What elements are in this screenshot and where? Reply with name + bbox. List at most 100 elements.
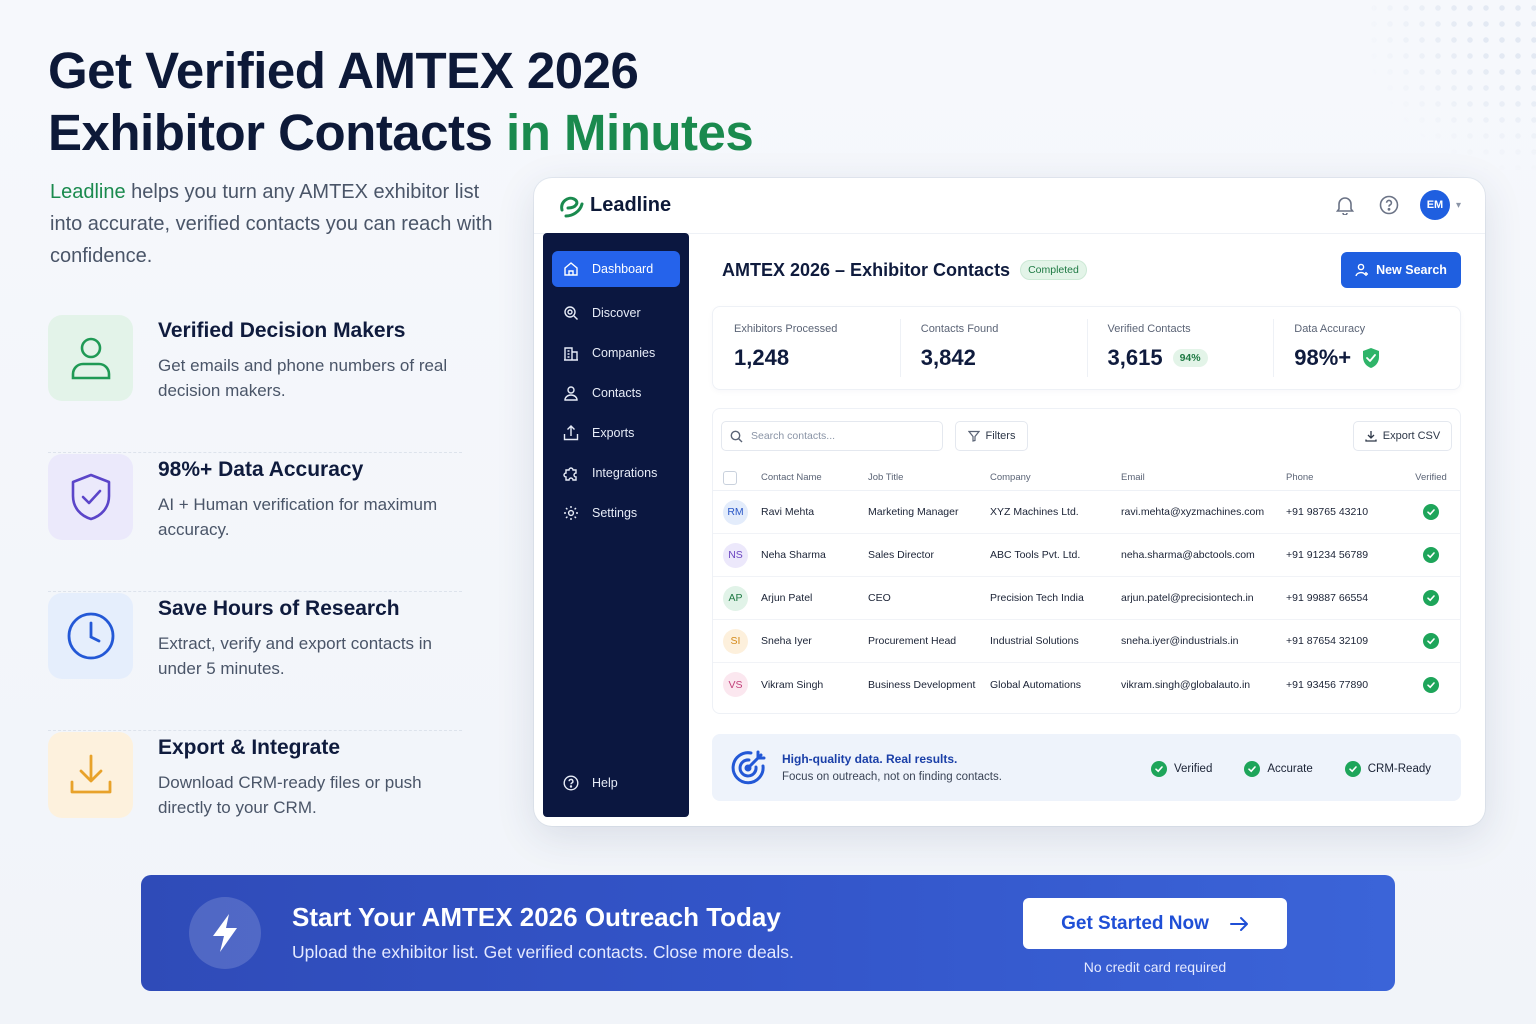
main-content: AMTEX 2026 – Exhibitor Contacts Complete… <box>712 234 1461 801</box>
check-verified: Verified <box>1150 761 1213 777</box>
stat-number: 1,248 <box>734 345 790 370</box>
avatar-cell: AP <box>713 585 761 611</box>
sidebar-item-settings[interactable]: Settings <box>552 493 680 533</box>
stat-value: 98%+ <box>1294 345 1460 371</box>
check-circle-icon <box>1423 547 1439 563</box>
table-row[interactable]: RM Ravi Mehta Marketing Manager XYZ Machine… <box>713 491 1460 534</box>
table-toolbar: Search contacts... Filters Export CSV <box>713 409 1460 465</box>
check-accurate: Accurate <box>1244 761 1313 777</box>
table-row[interactable]: NS Neha Sharma Sales Director ABC Tools Pvt… <box>713 534 1460 577</box>
user-icon <box>562 384 580 402</box>
user-menu[interactable]: EM ▾ <box>1419 190 1461 220</box>
column-header: Job Title <box>868 472 904 483</box>
table-row[interactable]: AP Arjun Patel CEO Precision Tech India arju… <box>713 577 1460 620</box>
feature-desc: Extract, verify and export contacts in u… <box>158 634 433 678</box>
job-title-cell: Procurement Head <box>868 635 957 647</box>
sidebar-item-label: Dashboard <box>592 262 654 276</box>
phone-number-cell: +91 87654 32109 <box>1286 635 1369 647</box>
sidebar-item-help[interactable]: Help <box>552 763 680 803</box>
feature-title: Verified Decision Makers <box>158 319 406 342</box>
stat-card: Exhibitors Processed 1,248 <box>713 307 900 389</box>
brand-name: Leadline <box>50 181 126 203</box>
avatar-cell: RM <box>713 499 761 525</box>
check-circle-icon <box>1150 761 1167 777</box>
lightning-bolt-icon <box>189 897 261 969</box>
hero-title-line1: Get Verified AMTEX 2026 <box>48 42 639 99</box>
avatar: AP <box>723 585 748 611</box>
avatar: NS <box>723 542 748 568</box>
app-header: Leadline EM ▾ <box>534 178 1485 234</box>
table-row[interactable]: SI Sneha Iyer Procurement Head Industrial S… <box>713 620 1460 663</box>
company-name-cell: XYZ Machines Ltd. <box>990 506 1079 518</box>
sidebar-item-label: Help <box>592 776 618 790</box>
gear-icon <box>562 504 580 522</box>
sidebar-item-exports[interactable]: Exports <box>552 413 680 453</box>
check-label: Accurate <box>1267 763 1313 775</box>
page-title: AMTEX 2026 – Exhibitor Contacts <box>722 259 1011 280</box>
email-address-cell: neha.sharma@abctools.com <box>1121 549 1255 561</box>
cta-subtitle: Upload the exhibitor list. Get verified … <box>292 942 794 962</box>
search-input[interactable]: Search contacts... <box>721 421 943 451</box>
feature-title: Export & Integrate <box>158 736 341 759</box>
export-csv-button[interactable]: Export CSV <box>1353 421 1452 451</box>
select-all-checkbox[interactable] <box>723 470 737 485</box>
feature-desc: AI + Human verification for maximum accu… <box>158 495 438 539</box>
avatar: SI <box>723 628 748 654</box>
puzzle-icon <box>562 464 580 482</box>
hero-subtitle: Leadline helps you turn any AMTEX exhibi… <box>50 176 510 272</box>
building-icon <box>562 344 580 362</box>
check-label: Verified <box>1173 763 1213 775</box>
app-logo[interactable]: Leadline <box>558 194 671 218</box>
company-name-cell: Industrial Solutions <box>990 635 1079 647</box>
target-icon <box>730 749 768 787</box>
feature-list: Verified Decision Makers Get emails and … <box>48 314 462 870</box>
user-plus-icon <box>1355 263 1369 277</box>
help-circle-icon[interactable] <box>1376 192 1402 218</box>
phone-number-cell: +91 98765 43210 <box>1286 506 1369 518</box>
check-circle-icon <box>1244 761 1261 777</box>
new-search-button[interactable]: New Search <box>1341 252 1461 288</box>
download-icon <box>48 732 133 818</box>
table-header: Contact Name Job Title Company Email Pho… <box>713 465 1460 491</box>
sidebar-item-integrations[interactable]: Integrations <box>552 453 680 493</box>
bell-icon[interactable] <box>1332 192 1358 218</box>
check-circle-icon <box>1344 761 1361 777</box>
contact-name-cell: Vikram Singh <box>761 678 824 691</box>
get-started-button[interactable]: Get Started Now <box>1023 898 1287 949</box>
filters-button[interactable]: Filters <box>955 421 1028 451</box>
sidebar-item-label: Exports <box>592 426 635 440</box>
verified-status-cell <box>1406 547 1456 563</box>
export-icon <box>562 424 580 442</box>
search-icon <box>730 430 743 442</box>
sidebar-item-dashboard[interactable]: Dashboard <box>552 251 680 287</box>
column-header: Company <box>990 472 1031 483</box>
verified-status-cell <box>1406 676 1456 693</box>
stat-number: 3,615 <box>1107 345 1163 370</box>
table-row[interactable]: VS Vikram Singh Business Development Global… <box>713 663 1460 706</box>
get-started-label: Get Started Now <box>1061 912 1209 934</box>
feature-item: Save Hours of Research Extract, verify a… <box>48 592 462 731</box>
feature-item: Verified Decision Makers Get emails and … <box>48 314 462 453</box>
banner-subtitle: Focus on outreach, not on finding contac… <box>782 771 1002 783</box>
check-label: CRM-Ready <box>1367 763 1431 775</box>
new-search-label: New Search <box>1376 263 1447 277</box>
avatar: VS <box>723 672 748 697</box>
shield-check-icon <box>1363 348 1380 368</box>
stat-number: 3,842 <box>920 345 976 370</box>
sidebar-item-companies[interactable]: Companies <box>552 333 680 373</box>
filters-label: Filters <box>985 430 1016 442</box>
stat-card: Contacts Found 3,842 <box>899 307 1087 389</box>
verified-status-cell <box>1406 590 1456 606</box>
check-circle-icon <box>1423 676 1439 693</box>
table-body: RM Ravi Mehta Marketing Manager XYZ Machine… <box>713 491 1460 706</box>
phone-number-cell: +91 99887 66554 <box>1286 592 1369 604</box>
page-header: AMTEX 2026 – Exhibitor Contacts Complete… <box>712 234 1461 306</box>
phone-number-cell: +91 91234 56789 <box>1286 549 1369 561</box>
decorative-dot-pattern <box>1366 0 1536 170</box>
shield-check-icon <box>48 454 133 540</box>
contact-name-cell: Ravi Mehta <box>761 506 815 518</box>
company-name-cell: ABC Tools Pvt. Ltd. <box>990 549 1081 561</box>
search-icon <box>562 304 580 322</box>
sidebar-item-contacts[interactable]: Contacts <box>552 373 680 413</box>
sidebar-item-discover[interactable]: Discover <box>552 293 680 333</box>
